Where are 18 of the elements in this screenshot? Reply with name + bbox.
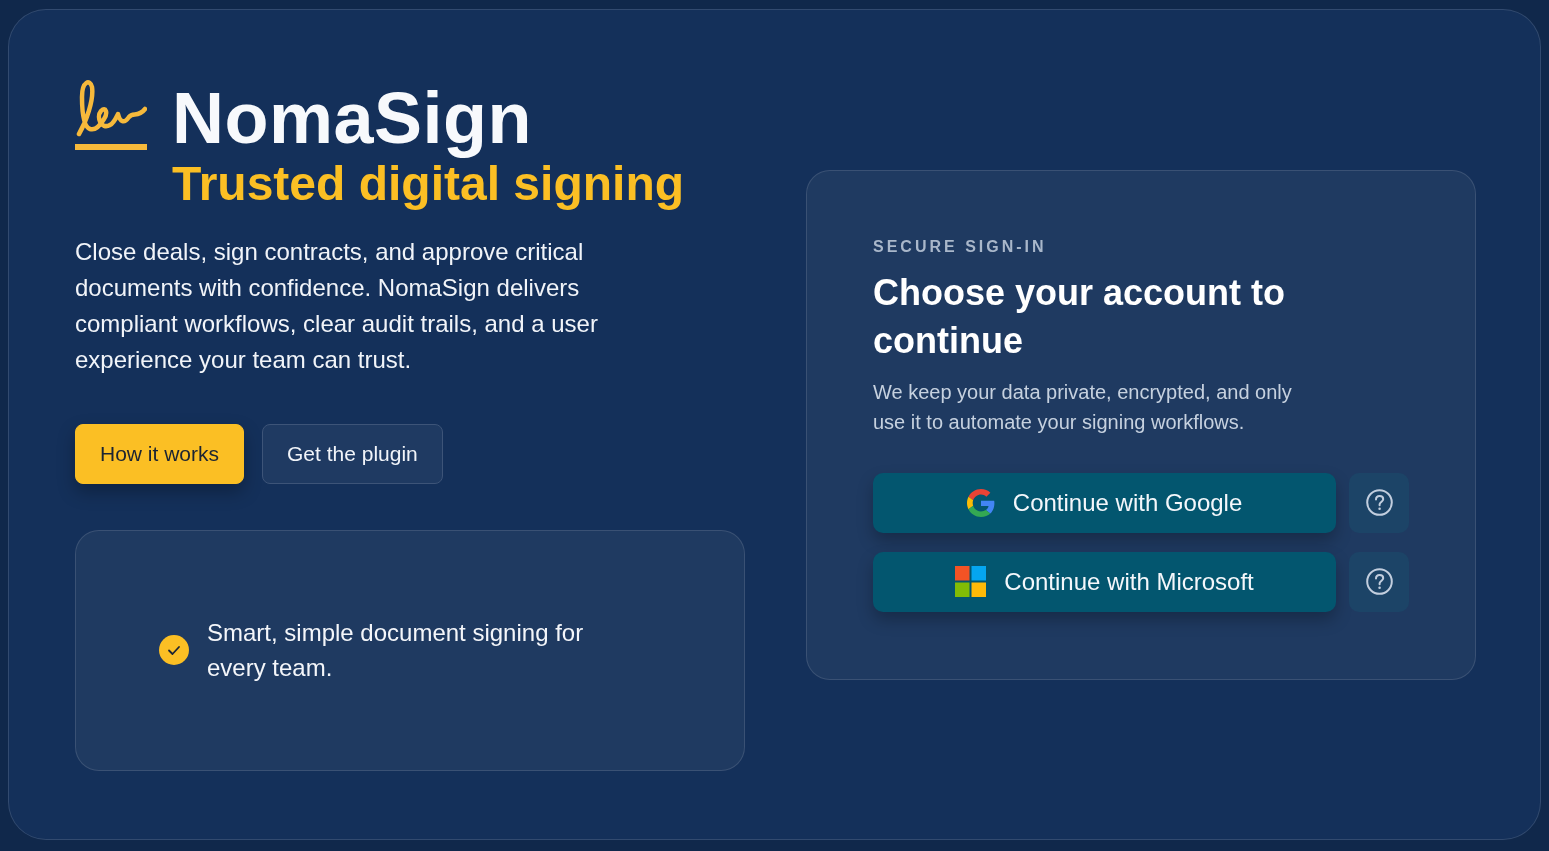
help-button[interactable]	[1349, 472, 1409, 533]
signature-logo-icon	[75, 78, 147, 153]
signin-description: We keep your data private, encrypted, and only use it to automate your signing workflows.	[873, 379, 1293, 435]
hero-description: Close deals, sign contracts, and approve critical documents with confidence. NomaSign delivers compliant workflows, clear audit trails, and a user experience your team can trust.	[75, 236, 599, 375]
microsoft-signin-button[interactable]: Continue with Microsoft	[873, 551, 1337, 612]
check-icon	[159, 635, 189, 666]
plugin-button[interactable]: Get the plugin	[262, 423, 443, 484]
feature-text: Smart, simple document signing for every team.	[207, 618, 585, 684]
how-it-works-button[interactable]: How it works	[75, 423, 245, 484]
brand-tagline: Trusted digital signing	[172, 157, 684, 212]
signin-heading: Choose your account to continue	[873, 270, 1287, 363]
help-button[interactable]	[1349, 551, 1409, 612]
four-squares-icon	[955, 566, 987, 597]
signin-eyebrow: SECURE SIGN-IN	[873, 236, 1048, 257]
google-signin-button[interactable]: Continue with Google	[873, 472, 1337, 533]
g-logo-icon	[966, 488, 995, 517]
help-icon	[1365, 568, 1393, 595]
help-icon	[1365, 489, 1393, 516]
